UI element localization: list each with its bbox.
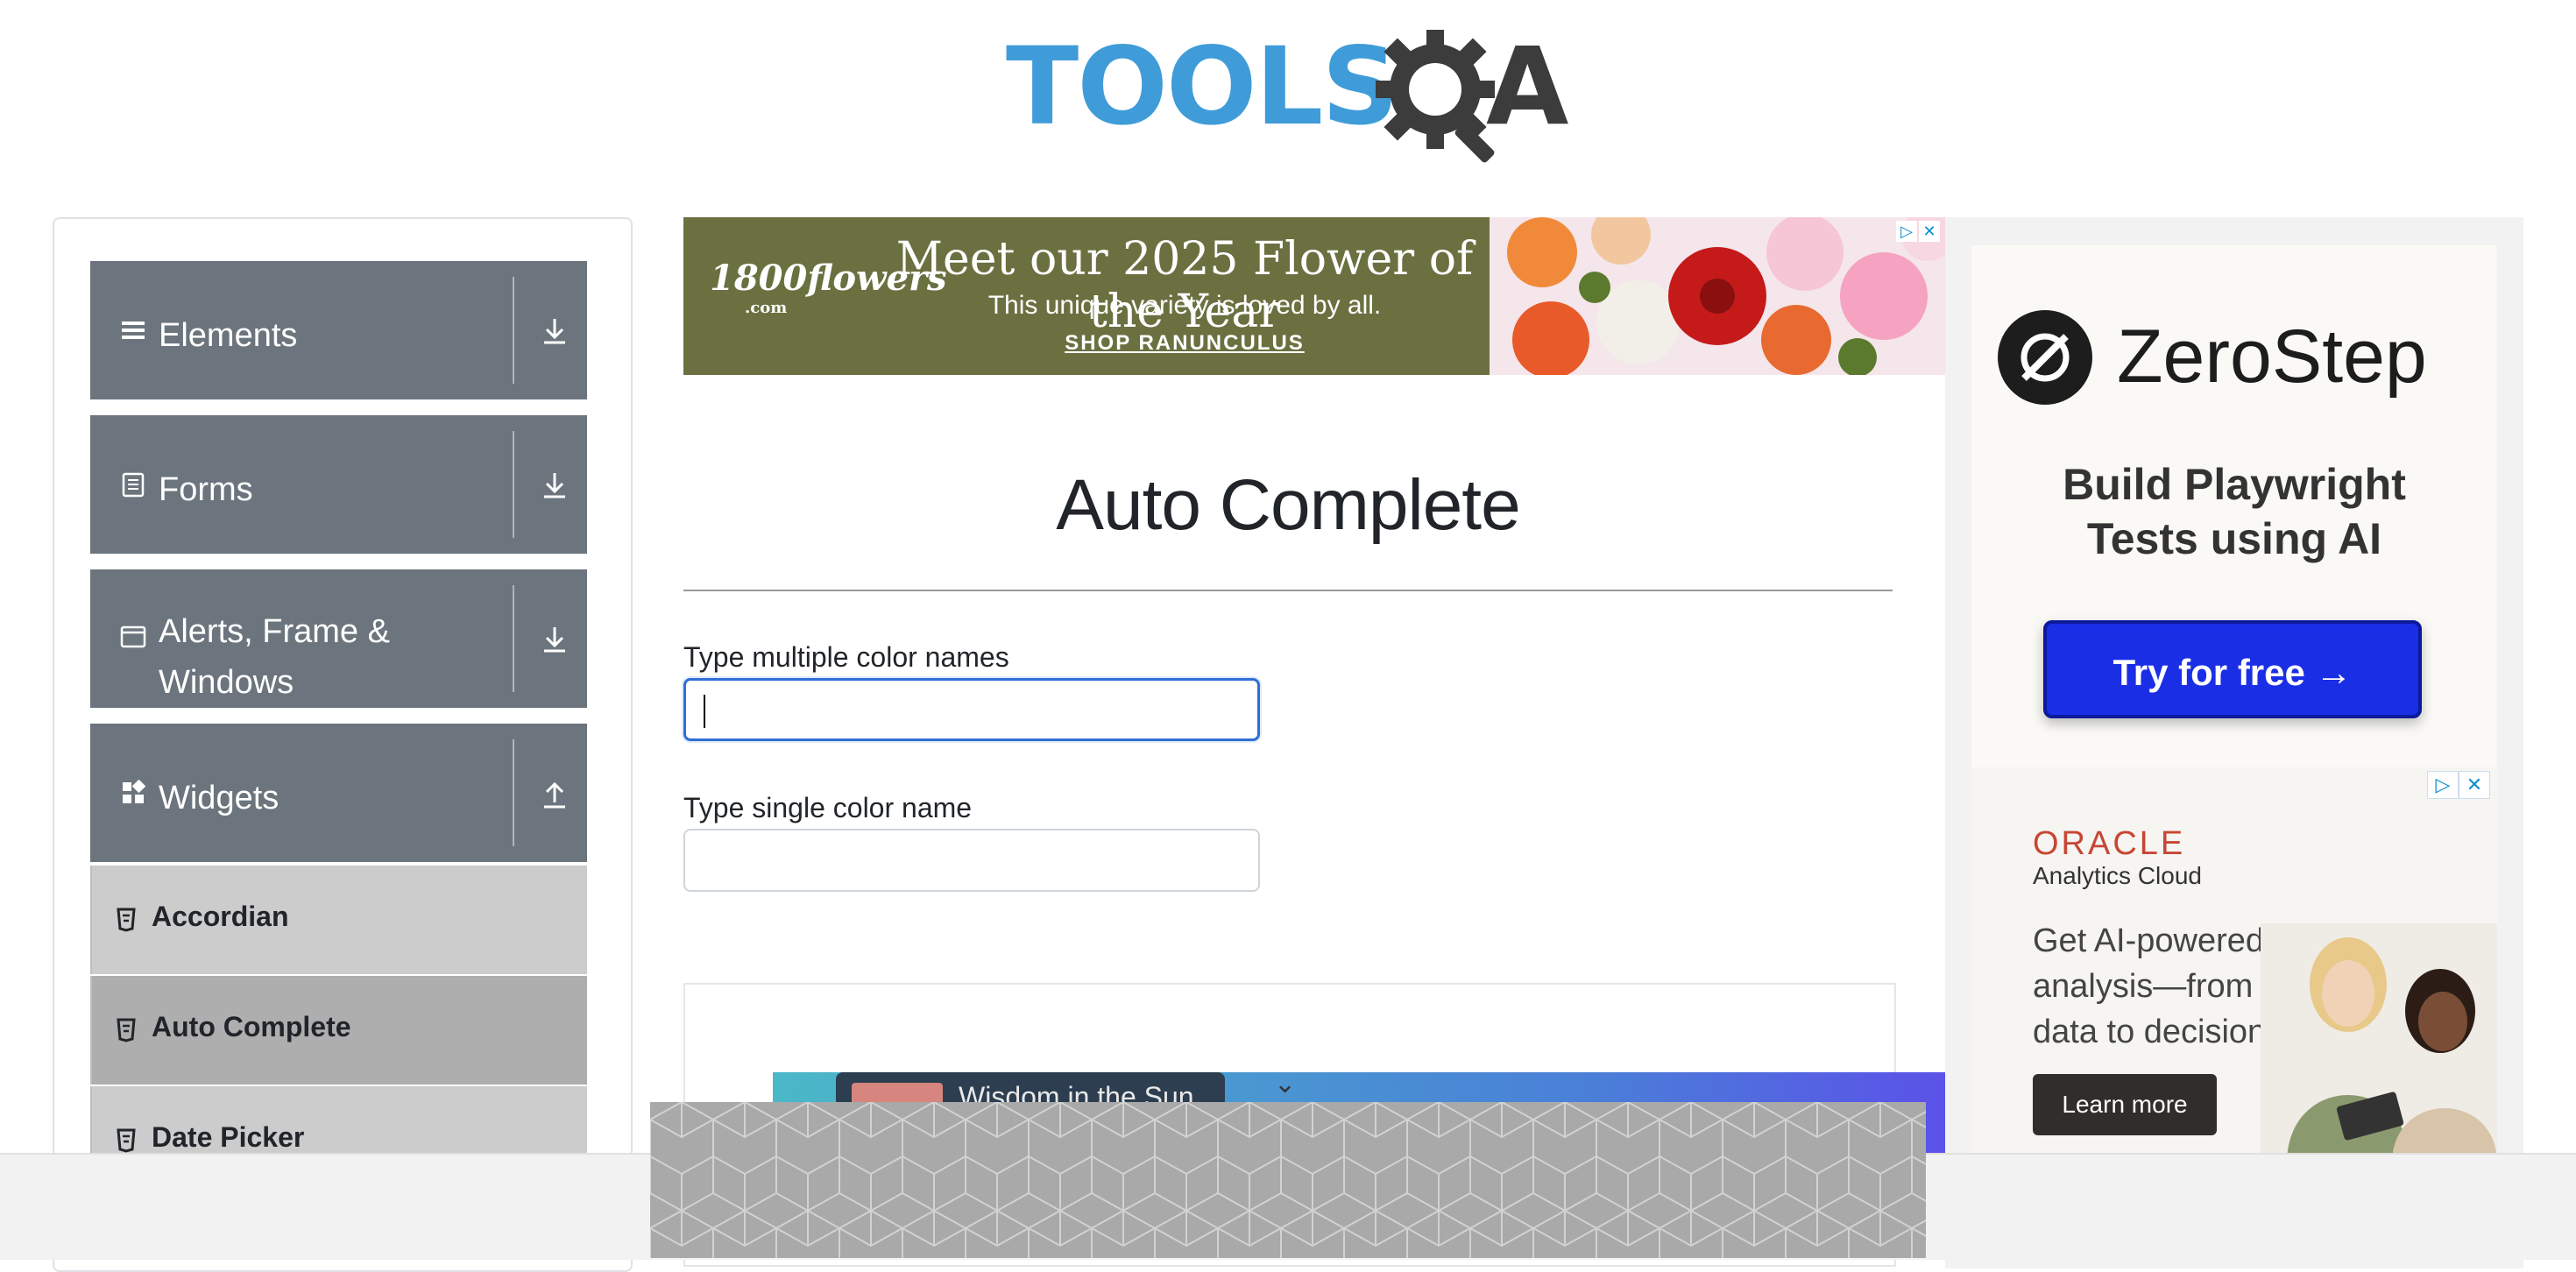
single-color-input-wrapper[interactable] xyxy=(683,829,1260,892)
multi-color-label: Type multiple color names xyxy=(683,641,1009,673)
close-icon[interactable]: ✕ xyxy=(2459,771,2490,799)
ad-subline: This unique variety is loved by all. xyxy=(987,291,1382,320)
title-divider xyxy=(683,590,1893,591)
sidebar-group-label: Widgets xyxy=(159,780,280,816)
single-color-input[interactable] xyxy=(685,830,1258,890)
flowers-image xyxy=(1490,217,1945,375)
learn-more-button[interactable]: Learn more xyxy=(2033,1074,2217,1135)
html5-icon xyxy=(117,1128,136,1153)
try-for-free-button[interactable]: Try for free → xyxy=(2043,620,2422,718)
single-color-label: Type single color name xyxy=(683,792,973,823)
text-caret xyxy=(704,695,705,728)
ad-headline: Meet our 2025 Flower of the Year xyxy=(895,233,1474,338)
sidebar-group-forms[interactable]: Forms xyxy=(90,415,587,554)
zerostep-ad[interactable]: ZeroStep Build Playwright Tests using AI… xyxy=(1971,245,2497,767)
sidebar-item-label: Accordian xyxy=(152,901,289,932)
zerostep-tagline-2: Tests using AI xyxy=(2086,514,2382,563)
toolsqa-logo[interactable]: TOOLS A xyxy=(1006,25,1575,163)
menu-icon xyxy=(122,322,145,339)
download-icon[interactable] xyxy=(537,314,572,349)
document-icon xyxy=(122,472,145,498)
page-title: Auto Complete xyxy=(1056,465,1520,545)
sidebar-group-label-line2: Windows xyxy=(159,664,294,701)
adchoices-icon[interactable]: ▷ xyxy=(2427,771,2459,799)
adchoices-icon[interactable]: ▷ xyxy=(1896,221,1917,242)
window-icon xyxy=(120,625,146,648)
logo-text-tools: TOOLS xyxy=(1006,25,1398,149)
divider xyxy=(513,431,514,538)
sidebar-group-label: Forms xyxy=(159,471,253,508)
zerostep-logo-icon xyxy=(1998,310,2092,405)
multi-color-input[interactable] xyxy=(686,681,1257,738)
divider xyxy=(513,277,514,384)
html5-icon xyxy=(117,908,136,932)
oracle-brand: ORACLE xyxy=(2033,825,2186,862)
sidebar-item-label: Auto Complete xyxy=(152,1011,351,1042)
download-icon[interactable] xyxy=(537,622,572,657)
ad-cta-link[interactable]: SHOP RANUNCULUS xyxy=(878,331,1491,356)
sidebar-item-accordian[interactable]: Accordian xyxy=(90,866,587,974)
oracle-product: Analytics Cloud xyxy=(2033,862,2202,889)
download-icon[interactable] xyxy=(537,468,572,503)
chevron-down-icon[interactable]: ⌄ xyxy=(1274,1069,1296,1099)
oracle-ad[interactable]: ▷ ✕ ORACLE Analytics Cloud Get AI-powere… xyxy=(1971,767,2497,1163)
html5-icon xyxy=(117,1018,136,1042)
sidebar-item-auto-complete[interactable]: Auto Complete xyxy=(90,976,587,1085)
close-icon[interactable]: ✕ xyxy=(1919,221,1940,242)
sidebar-item-label: Date Picker xyxy=(152,1121,305,1153)
flowers-ad-banner[interactable]: 1800flowers .com Meet our 2025 Flower of… xyxy=(683,217,1945,375)
sidebar-group-elements[interactable]: Elements xyxy=(90,261,587,399)
people-photo xyxy=(2261,923,2497,1163)
divider xyxy=(513,585,514,692)
multi-color-input-wrapper[interactable] xyxy=(683,678,1260,741)
bottom-ad-pattern[interactable] xyxy=(650,1102,1926,1258)
oracle-ad-text: Get AI-powered analysis—from data to dec… xyxy=(2033,922,2267,1050)
divider xyxy=(513,739,514,846)
zerostep-tagline-1: Build Playwright xyxy=(2063,460,2406,509)
sidebar-group-alerts-frame-windows[interactable]: Alerts, Frame & Windows xyxy=(90,569,587,708)
sidebar-group-label: Elements xyxy=(159,317,298,354)
widgets-icon xyxy=(123,780,146,803)
sidebar-group-widgets[interactable]: Widgets xyxy=(90,724,587,862)
sidebar-group-label: Alerts, Frame & xyxy=(159,613,390,650)
zerostep-name: ZeroStep xyxy=(2117,314,2427,399)
logo-text-a: A xyxy=(1486,25,1569,149)
upload-icon[interactable] xyxy=(537,776,572,811)
